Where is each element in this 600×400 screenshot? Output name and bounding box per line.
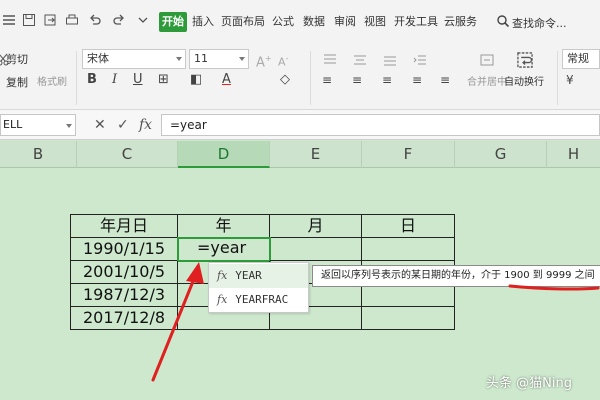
italic-icon[interactable]: I — [112, 73, 117, 87]
clear-format-icon[interactable]: ◇ — [280, 73, 290, 87]
border-icon[interactable]: ⊞ — [158, 73, 169, 87]
indent-icon[interactable] — [413, 53, 427, 67]
align-bottom-icon[interactable] — [383, 53, 397, 67]
formula-input[interactable]: =year — [161, 114, 600, 136]
align-middle-icon[interactable] — [353, 53, 367, 67]
menu-item-page-layout[interactable]: 页面布局 — [221, 15, 265, 29]
active-cell-editor[interactable]: =year — [177, 237, 271, 262]
chevron-down-icon[interactable] — [136, 13, 150, 27]
menu-item-formulas[interactable]: 公式 — [272, 15, 294, 29]
format-painter-button[interactable]: 格式刷 — [37, 77, 67, 89]
function-icon: fx — [217, 293, 228, 306]
font-name-value: 宋体 — [87, 52, 109, 65]
align-top-icon[interactable] — [323, 53, 337, 67]
search-icon[interactable] — [496, 14, 510, 28]
column-header-f[interactable]: F — [362, 141, 455, 168]
menu-item-home[interactable]: 开始 — [159, 12, 187, 32]
underline-icon[interactable]: U — [133, 73, 143, 87]
bold-icon[interactable]: B — [87, 73, 97, 87]
insert-function-icon[interactable]: fx — [139, 118, 152, 132]
formula-bar: ELL ✕ ✓ fx =year — [0, 110, 600, 140]
column-header-g[interactable]: G — [455, 141, 547, 168]
menu-item-developer[interactable]: 开发工具 — [394, 15, 438, 29]
menu-item-data[interactable]: 数据 — [303, 15, 325, 29]
number-format-value: 常规 — [567, 52, 589, 65]
table-header-day[interactable]: 日 — [362, 215, 455, 238]
table-cell-date[interactable]: 2017/12/8 — [71, 307, 178, 330]
save-icon[interactable] — [22, 13, 36, 27]
merge-center-icon[interactable] — [480, 53, 494, 67]
chevron-down-icon — [176, 57, 182, 61]
font-color-icon[interactable]: A — [222, 73, 231, 87]
menu-item-cloud[interactable]: 云服务 — [444, 15, 477, 29]
autocomplete-item-yearfrac[interactable]: fx YEARFRAC — [209, 288, 308, 312]
print-icon[interactable] — [65, 13, 79, 27]
decrease-font-icon[interactable]: A- — [278, 53, 288, 69]
menu-item-view[interactable]: 视图 — [364, 15, 386, 29]
table-cell-date[interactable]: 1987/12/3 — [71, 284, 178, 307]
autocomplete-label: YEAR — [235, 269, 262, 282]
chevron-down-icon — [239, 57, 245, 61]
column-header-b[interactable]: B — [0, 141, 77, 168]
currency-icon[interactable]: ¥ — [566, 73, 574, 87]
align-right-icon[interactable]: ≡ — [382, 73, 392, 87]
wrap-text-button[interactable]: 自动换行 — [504, 77, 544, 89]
autocomplete-item-year[interactable]: fx YEAR — [209, 264, 308, 288]
table-cell-date[interactable]: 2001/10/5 — [71, 261, 178, 284]
table-cell-day[interactable] — [362, 238, 455, 261]
column-header-h[interactable]: H — [547, 141, 600, 168]
justify-icon[interactable]: ≡ — [412, 73, 422, 87]
name-box-value: ELL — [3, 118, 23, 131]
align-center-icon[interactable]: ≡ — [352, 73, 362, 87]
cancel-icon[interactable]: ✕ — [94, 118, 106, 132]
increase-font-icon[interactable]: A+ — [256, 53, 272, 69]
table-header-month[interactable]: 月 — [270, 215, 362, 238]
column-header-c[interactable]: C — [77, 141, 178, 168]
confirm-icon[interactable]: ✓ — [117, 118, 129, 132]
function-tooltip: 返回以序列号表示的某日期的年份，介于 1900 到 9999 之间 — [312, 265, 600, 287]
table-cell-month[interactable] — [270, 238, 362, 261]
watermark: 头条 @猫Ning — [486, 376, 572, 391]
copy-button[interactable]: 复制 — [6, 77, 28, 89]
column-header-d[interactable]: D — [178, 141, 270, 168]
menu-bar: 开始 插入 页面布局 公式 数据 审阅 视图 开发工具 云服务 查找命令... — [0, 0, 600, 45]
autocomplete-label: YEARFRAC — [235, 293, 289, 306]
table-cell-date[interactable]: 1990/1/15 — [71, 238, 178, 261]
number-format-select[interactable]: 常规 — [562, 49, 600, 69]
table-cell-day[interactable] — [362, 307, 455, 330]
ribbon-separator — [310, 51, 311, 105]
column-headers: B C D E F G H — [0, 141, 600, 168]
hamburger-menu-icon[interactable] — [2, 13, 16, 27]
table-header-year[interactable]: 年 — [178, 215, 270, 238]
chevron-down-icon — [66, 124, 72, 128]
export-icon[interactable] — [43, 13, 57, 27]
table-header-date[interactable]: 年月日 — [71, 215, 178, 238]
wrap-text-icon[interactable] — [516, 51, 534, 69]
ribbon-separator — [76, 51, 77, 105]
table-cell-day[interactable] — [362, 284, 455, 307]
fill-color-icon[interactable]: ◧ — [190, 73, 202, 87]
ribbon-separator — [557, 51, 558, 105]
function-icon: fx — [217, 269, 228, 282]
column-header-e[interactable]: E — [270, 141, 362, 168]
name-box[interactable]: ELL — [0, 114, 76, 136]
align-left-icon[interactable]: ≡ — [322, 73, 332, 87]
menu-item-insert[interactable]: 插入 — [192, 15, 214, 29]
function-autocomplete: fx YEAR fx YEARFRAC — [208, 262, 309, 313]
distributed-icon[interactable]: ≡ — [440, 73, 450, 87]
font-name-select[interactable]: 宋体 — [82, 49, 186, 69]
font-size-select[interactable]: 11 — [189, 49, 249, 69]
font-size-value: 11 — [194, 52, 208, 65]
menu-item-review[interactable]: 审阅 — [334, 15, 356, 29]
merge-center-button[interactable]: 合并居中 — [467, 77, 507, 89]
command-search[interactable]: 查找命令... — [512, 15, 567, 31]
cut-button[interactable]: 剪切 — [6, 54, 28, 66]
redo-icon[interactable] — [112, 13, 126, 27]
undo-icon[interactable] — [88, 13, 102, 27]
